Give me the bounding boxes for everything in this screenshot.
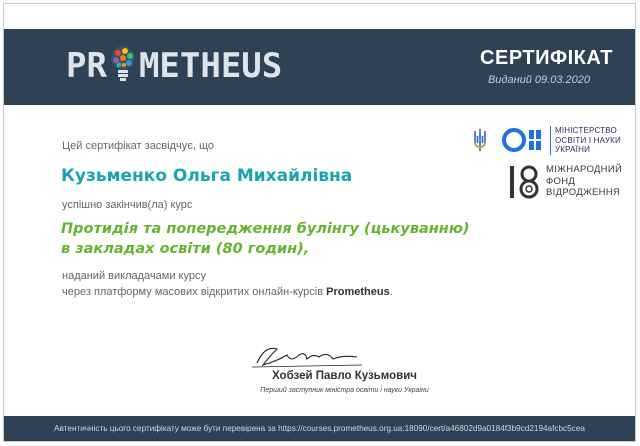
lightbulb-logo-icon xyxy=(110,46,135,81)
prometheus-logo: PR METHEUS xyxy=(66,46,282,86)
certifies-text: Цей сертифікат засвідчує, що xyxy=(62,140,215,152)
irf-logo-icon xyxy=(510,165,539,199)
ministry-name: МІНІСТЕРСТВО ОСВІТИ І НАУКИ УКРАЇНИ xyxy=(550,126,621,155)
ministry-logo-icon xyxy=(502,128,541,153)
provider-brand: Prometheus xyxy=(326,286,390,298)
verification-footer: Автентичність цього сертифікату може бут… xyxy=(4,416,635,441)
course-title-line-1: Протидія та попередження булінгу (цькува… xyxy=(61,221,470,237)
certificate-header: PR METHEUS СЕРТИФІКАТ Виданий 09.03.2020 xyxy=(4,29,635,105)
verification-text: Автентичність цього сертифікату може бут… xyxy=(54,424,585,433)
provider-line-2-prefix: через платформу масових відкритих онлайн… xyxy=(62,286,327,298)
signatory-title: Перший заступник міністра освіти і науки… xyxy=(260,387,429,394)
foundation-name-line-1: МІЖНАРОДНИЙ xyxy=(546,164,623,175)
foundation-name-line-2: ФОНД xyxy=(546,175,576,187)
course-title-line-2: в закладах освіти (80 годин), xyxy=(61,241,310,257)
issue-date: Виданий 09.03.2020 xyxy=(487,74,590,86)
provider-line-1: наданий викладачами курсу xyxy=(62,270,206,282)
course-title: Протидія та попередження булінгу (цькува… xyxy=(61,219,470,259)
ministry-name-line-2: ОСВІТИ І НАУКИ xyxy=(555,135,621,145)
signatory-name: Хобзей Павло Кузьмович xyxy=(272,370,417,382)
foundation-logo: МІЖНАРОДНИЙ ФОНД ВІДРОДЖЕННЯ xyxy=(509,164,622,200)
signature-icon xyxy=(251,347,363,368)
recipient-name: Кузьменко Ольга Михайлівна xyxy=(61,166,353,186)
certificate: PR METHEUS СЕРТИФІКАТ Виданий 09.03.2020… xyxy=(3,3,636,442)
provider-text: наданий викладачами курсу через платформ… xyxy=(62,268,393,300)
completed-text: успішно закінчив(ла) курс xyxy=(62,199,193,211)
provider-line-2-suffix: . xyxy=(389,286,393,298)
provider-line-2: через платформу масових відкритих онлайн… xyxy=(62,284,393,300)
brand-suffix: METHEUS xyxy=(138,46,283,86)
ministry-name-line-3: УКРАЇНИ xyxy=(555,145,591,154)
trident-icon xyxy=(474,129,486,152)
ministry-logo: МІНІСТЕРСТВО ОСВІТИ І НАУКИ УКРАЇНИ xyxy=(472,126,621,155)
certificate-title: СЕРТИФІКАТ xyxy=(480,47,613,69)
brand-prefix: PR xyxy=(66,46,107,86)
foundation-name: МІЖНАРОДНИЙ ФОНД ВІДРОДЖЕННЯ xyxy=(546,164,622,199)
ministry-name-line-1: МІНІСТЕРСТВО xyxy=(555,126,617,135)
foundation-name-line-3: ВІДРОДЖЕННЯ xyxy=(546,187,621,198)
